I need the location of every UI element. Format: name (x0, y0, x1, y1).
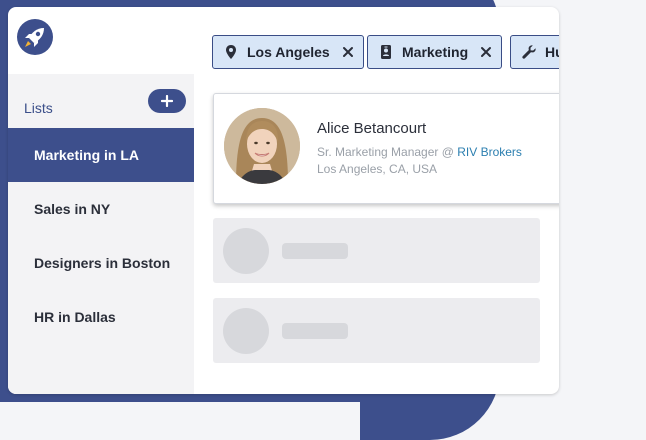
wrench-icon (522, 45, 536, 59)
sidebar-item-marketing-in-la[interactable]: Marketing in LA (8, 128, 194, 182)
avatar (224, 108, 300, 184)
placeholder-card (213, 218, 540, 283)
placeholder-text (282, 323, 348, 339)
contact-title: Sr. Marketing Manager @ RIV Brokers (317, 145, 522, 159)
filter-chip-location: Los Angeles (212, 35, 364, 69)
contact-card[interactable]: Alice Betancourt Sr. Marketing Manager @… (213, 93, 559, 204)
id-badge-icon (381, 45, 391, 59)
company-link[interactable]: RIV Brokers (457, 145, 522, 159)
filter-chip-label: Marketing (402, 44, 469, 60)
sidebar-item-label: Sales in NY (34, 201, 111, 217)
sidebar-item-designers-in-boston[interactable]: Designers in Boston (8, 236, 194, 290)
filter-chip-tool: HubSpot (510, 35, 559, 69)
filter-chip-label: HubSpot (545, 44, 559, 60)
placeholder-text (282, 243, 348, 259)
lists-label: Lists (24, 100, 53, 116)
placeholder-avatar (223, 228, 269, 274)
sidebar-item-label: HR in Dallas (34, 309, 116, 325)
rocket-icon (17, 19, 53, 55)
app-card: Lists Marketing in LA Sales in NY Design… (8, 7, 559, 394)
sidebar-item-sales-in-ny[interactable]: Sales in NY (8, 182, 194, 236)
placeholder-avatar (223, 308, 269, 354)
sidebar-item-hr-in-dallas[interactable]: HR in Dallas (8, 290, 194, 344)
placeholder-card (213, 298, 540, 363)
sidebar-item-label: Designers in Boston (34, 255, 171, 271)
close-icon[interactable] (342, 46, 354, 58)
close-icon[interactable] (480, 46, 492, 58)
location-pin-icon (226, 45, 236, 59)
contact-name: Alice Betancourt (317, 120, 427, 137)
add-list-button[interactable] (148, 89, 186, 113)
lists-sidebar: Lists Marketing in LA Sales in NY Design… (8, 74, 194, 394)
lists-header: Lists (8, 74, 194, 128)
filter-chip-label: Los Angeles (247, 44, 330, 60)
filter-chip-department: Marketing (367, 35, 503, 69)
plus-icon (161, 95, 173, 107)
sidebar-item-label: Marketing in LA (34, 147, 140, 163)
contact-location: Los Angeles, CA, USA (317, 162, 438, 176)
